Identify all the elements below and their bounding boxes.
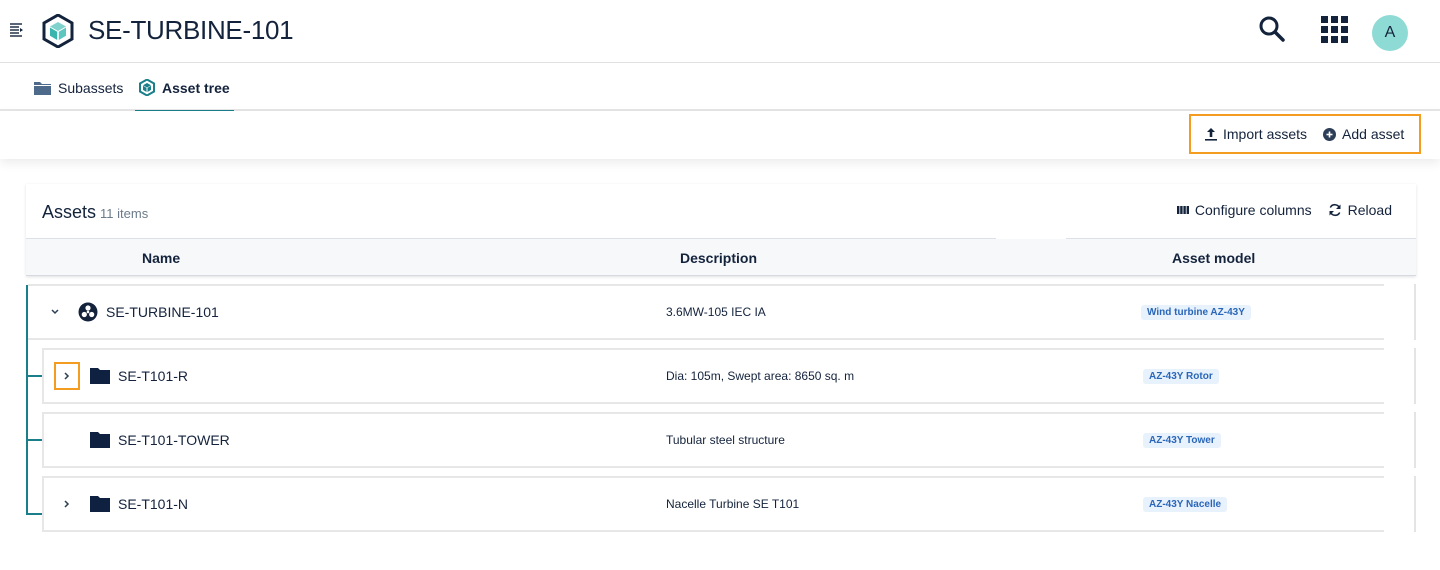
name-cell: SE-T101-R — [54, 350, 188, 402]
asset-model-badge[interactable]: AZ-43Y Rotor — [1143, 368, 1219, 384]
assets-card: Assets 11 items Configure columns Reload … — [26, 184, 1416, 276]
action-bar: Import assets Add asset — [0, 111, 1440, 159]
plus-circle-icon — [1323, 127, 1337, 141]
asset-model-badge[interactable]: Wind turbine AZ-43Y — [1141, 304, 1251, 320]
search-icon[interactable] — [1256, 14, 1288, 46]
model-cell: AZ-43Y Tower — [1143, 414, 1221, 466]
asset-description: Dia: 105m, Swept area: 8650 sq. m — [666, 369, 855, 383]
tab-subassets[interactable]: Subassets — [34, 64, 123, 111]
row-edge — [1414, 348, 1416, 404]
assets-title: Assets — [42, 202, 97, 222]
reload-icon — [1328, 203, 1342, 217]
menu-toggle-icon[interactable] — [10, 22, 24, 38]
apps-grid-icon[interactable] — [1320, 15, 1350, 45]
tab-subassets-label: Subassets — [58, 79, 124, 96]
asset-description: 3.6MW-105 IEC IA — [666, 305, 766, 319]
page-title: SE-TURBINE-101 — [88, 15, 294, 45]
add-asset-button[interactable]: Add asset — [1323, 126, 1404, 142]
tree-branch — [26, 375, 42, 377]
asset-description: Nacelle Turbine SE T101 — [666, 497, 800, 511]
folder-icon — [90, 496, 110, 512]
import-assets-label: Import assets — [1223, 126, 1308, 142]
column-header-asset-model[interactable]: Asset model — [1172, 250, 1255, 266]
asset-description: Tubular steel structure — [666, 433, 785, 447]
asset-name[interactable]: SE-T101-R — [118, 368, 188, 384]
item-count: 11 items — [100, 206, 149, 221]
row-edge — [1414, 412, 1416, 468]
column-header-row: Name Description Asset model — [26, 239, 1416, 276]
chevron-right-icon[interactable] — [54, 490, 80, 518]
configure-columns-button[interactable]: Configure columns — [1176, 202, 1312, 218]
folder-icon — [90, 432, 110, 448]
name-cell: SE-T101-TOWER — [54, 414, 230, 466]
asset-actions: Import assets Add asset — [1189, 114, 1421, 154]
folder-icon — [34, 81, 51, 95]
asset-name[interactable]: SE-TURBINE-101 — [106, 304, 219, 320]
asset-model-badge[interactable]: AZ-43Y Tower — [1143, 432, 1221, 448]
column-header-name[interactable]: Name — [142, 250, 180, 266]
table-row[interactable]: SE-T101-N Nacelle Turbine SE T101 AZ-43Y… — [42, 476, 1384, 532]
row-edge — [1414, 284, 1416, 340]
add-asset-label: Add asset — [1342, 126, 1405, 142]
table-row[interactable]: SE-TURBINE-101 3.6MW-105 IEC IA Wind tur… — [28, 284, 1384, 340]
chevron-down-icon[interactable] — [42, 298, 68, 326]
reload-label: Reload — [1347, 202, 1392, 218]
asset-cube-icon — [42, 13, 74, 49]
asset-name[interactable]: SE-T101-N — [118, 496, 188, 512]
table-row[interactable]: SE-T101-R Dia: 105m, Swept area: 8650 sq… — [42, 348, 1384, 404]
wind-turbine-icon — [78, 302, 98, 322]
tab-bar: Subassets Asset tree — [0, 64, 1440, 113]
tab-asset-tree[interactable]: Asset tree — [135, 64, 234, 113]
top-bar: SE-TURBINE-101 A — [0, 0, 1440, 63]
name-cell: SE-TURBINE-101 — [42, 286, 219, 338]
asset-model-badge[interactable]: AZ-43Y Nacelle — [1143, 496, 1228, 512]
import-assets-button[interactable]: Import assets — [1205, 126, 1307, 142]
card-title: Assets 11 items — [42, 202, 148, 223]
folder-icon — [90, 368, 110, 384]
model-cell: Wind turbine AZ-43Y — [1141, 286, 1251, 338]
card-header: Assets 11 items Configure columns Reload — [26, 184, 1416, 239]
card-tools: Configure columns Reload — [1176, 202, 1392, 218]
tree-branch — [26, 513, 42, 515]
column-header-description[interactable]: Description — [680, 250, 757, 266]
columns-icon — [1176, 205, 1189, 215]
configure-columns-label: Configure columns — [1194, 202, 1312, 218]
model-cell: AZ-43Y Rotor — [1143, 350, 1219, 402]
asset-cube-icon — [139, 79, 155, 96]
tab-asset-tree-label: Asset tree — [162, 79, 230, 96]
upload-icon — [1205, 127, 1217, 141]
chevron-right-icon[interactable] — [54, 362, 80, 390]
reload-button[interactable]: Reload — [1328, 202, 1392, 218]
tree-branch — [26, 439, 42, 441]
user-avatar[interactable]: A — [1372, 15, 1408, 51]
table-row[interactable]: SE-T101-TOWER Tubular steel structure AZ… — [42, 412, 1384, 468]
row-edge — [1414, 476, 1416, 532]
model-cell: AZ-43Y Nacelle — [1143, 478, 1228, 530]
name-cell: SE-T101-N — [54, 478, 188, 530]
asset-name[interactable]: SE-T101-TOWER — [118, 432, 230, 448]
